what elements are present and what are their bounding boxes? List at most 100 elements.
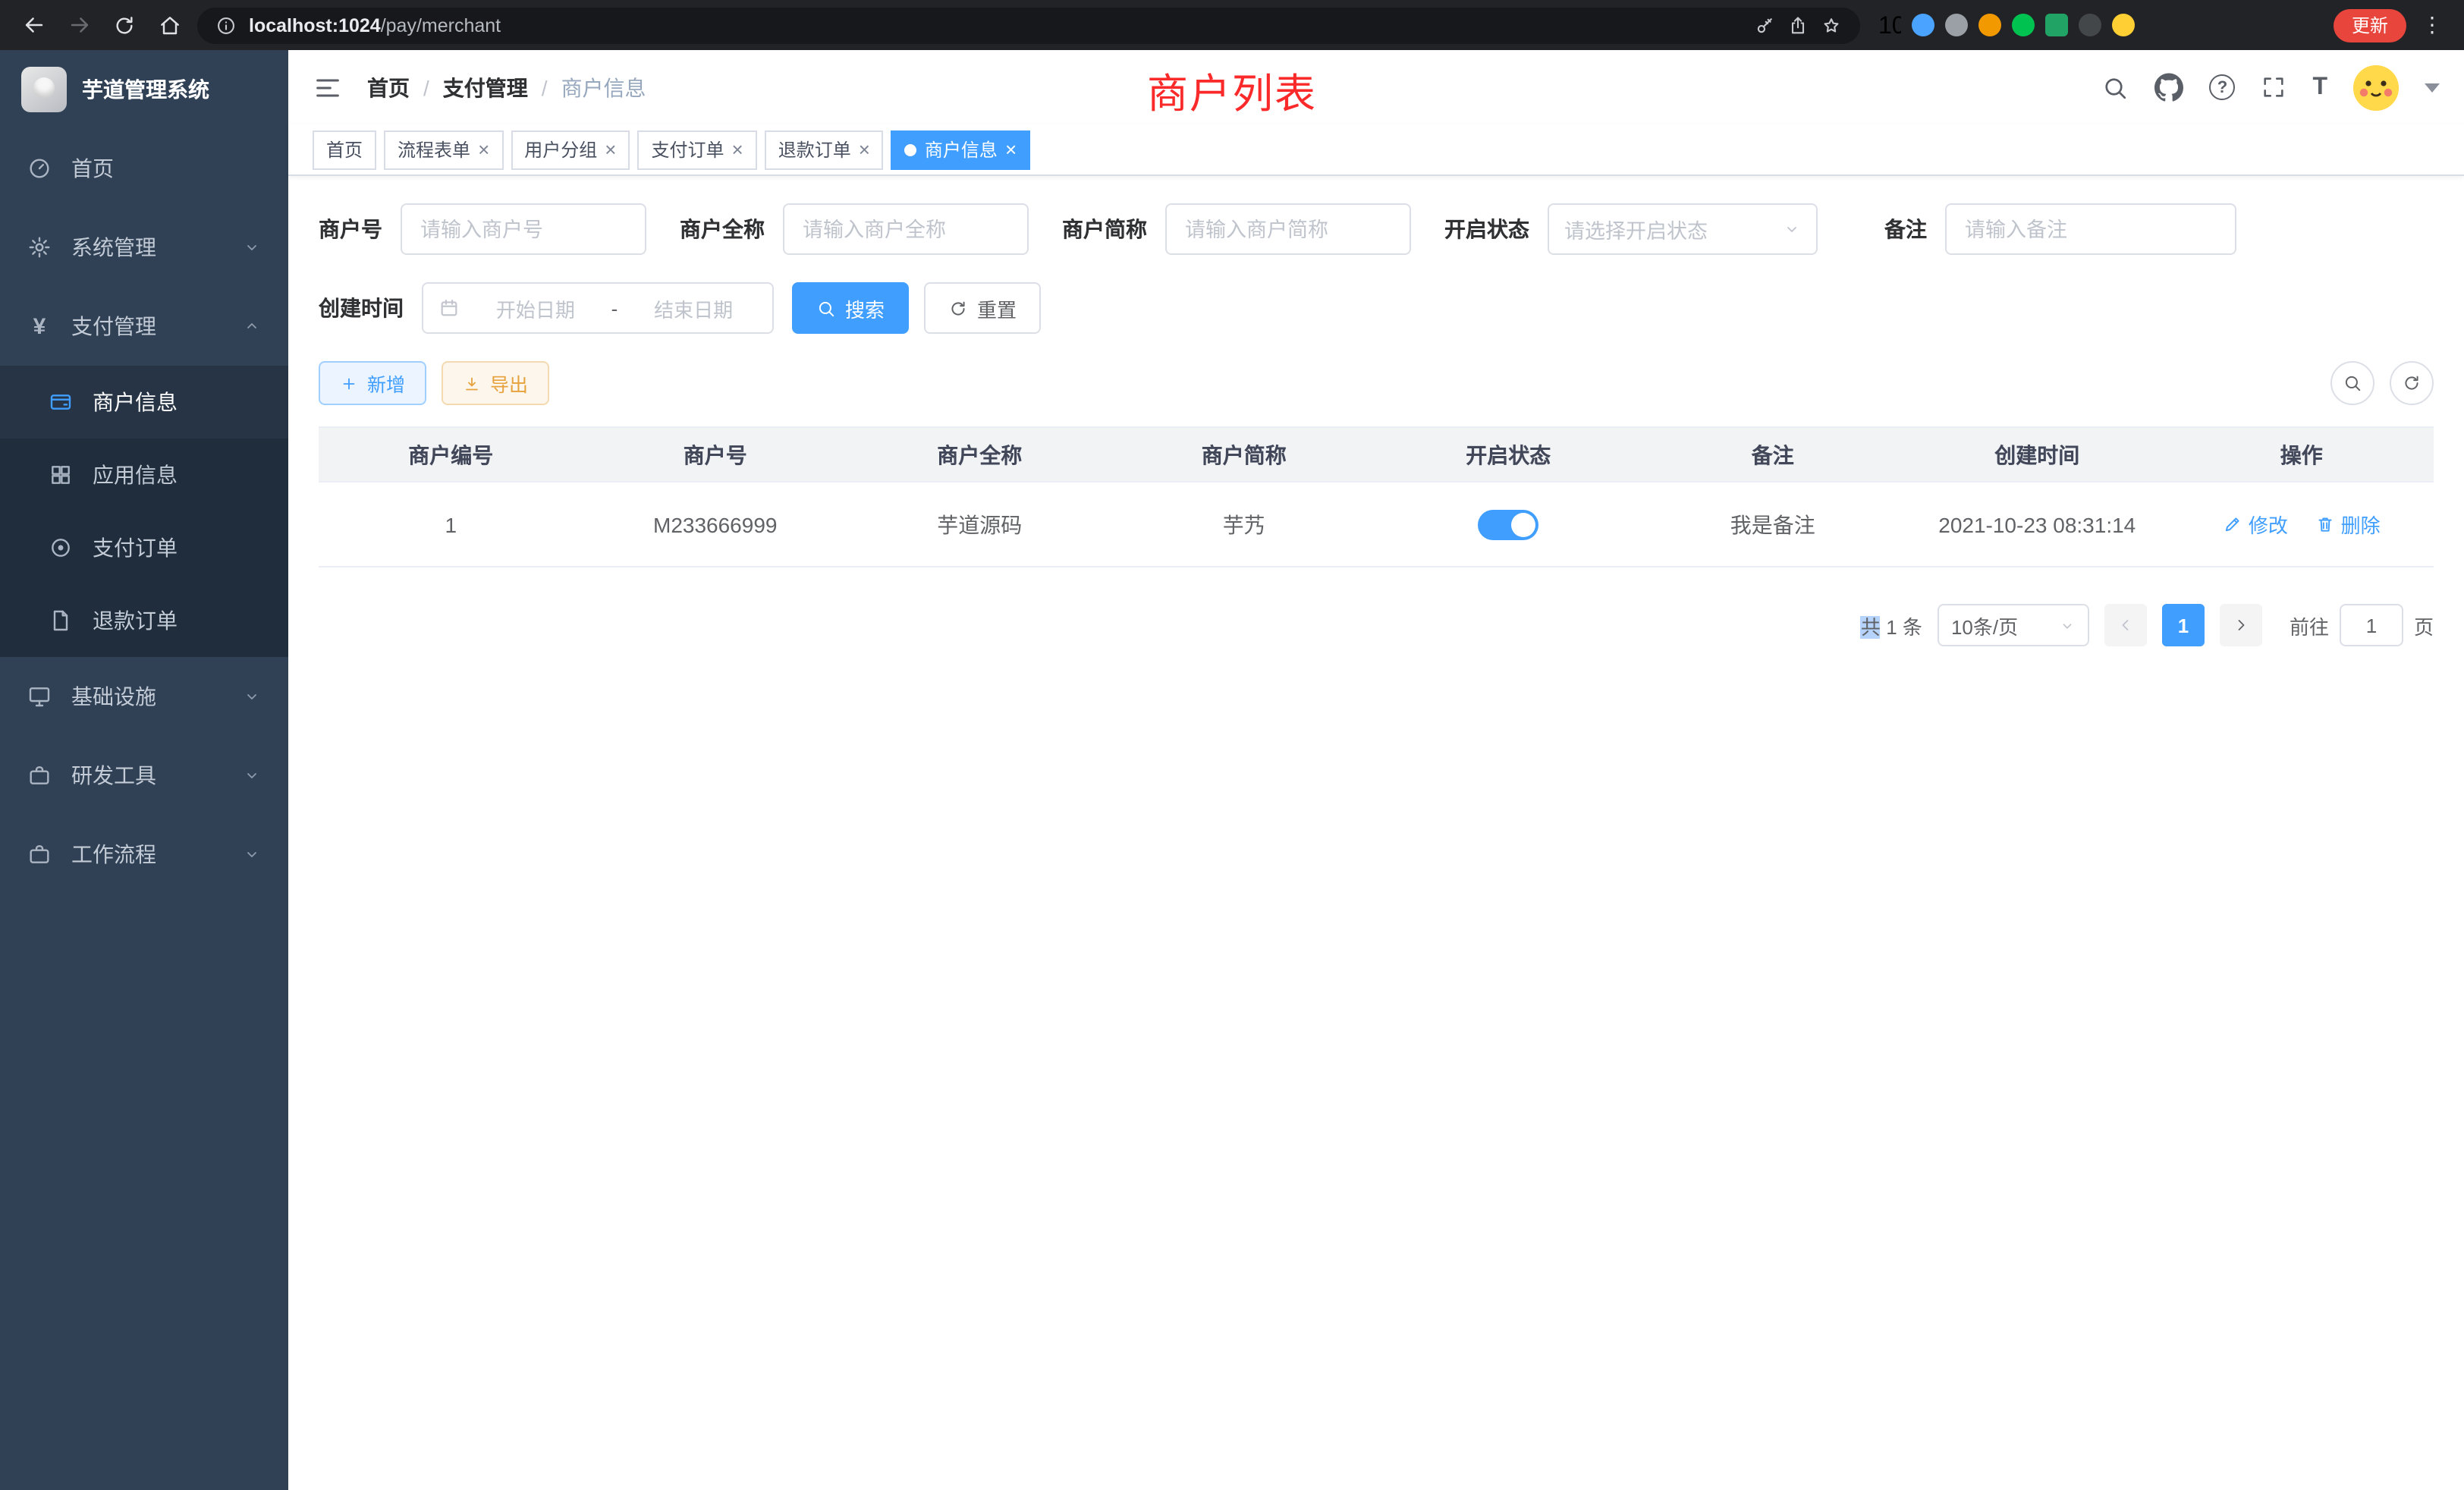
extension-icon-4[interactable] — [1978, 14, 2001, 36]
page-size-select[interactable]: 10条/页 — [1938, 604, 2089, 646]
cell-status — [1376, 482, 1641, 567]
tab-home[interactable]: 首页 — [313, 130, 376, 169]
extension-icon-1[interactable]: 10 — [1878, 14, 1901, 36]
sidebar-item-app-info[interactable]: 应用信息 — [0, 439, 288, 511]
menu-fold-icon[interactable] — [313, 72, 343, 102]
sidebar-item-label: 支付管理 — [71, 311, 223, 341]
user-avatar[interactable] — [2353, 64, 2399, 110]
tab-merchant-info[interactable]: 商户信息 × — [891, 130, 1030, 169]
prev-page-button[interactable] — [2104, 604, 2147, 646]
add-button-label: 新增 — [367, 369, 405, 398]
search-button[interactable]: 搜索 — [792, 282, 909, 334]
breadcrumb-payment[interactable]: 支付管理 — [443, 72, 528, 102]
browser-chrome: localhost:1024/pay/merchant 10 更新 ⋮ — [0, 0, 2464, 50]
browser-update-button[interactable]: 更新 — [2334, 8, 2406, 42]
search-icon[interactable] — [2101, 74, 2129, 101]
next-page-button[interactable] — [2220, 604, 2262, 646]
caret-down-icon[interactable] — [2425, 83, 2440, 92]
breadcrumb-separator: / — [423, 75, 429, 99]
browser-back-icon[interactable] — [15, 7, 52, 43]
merchant-fullname-input[interactable] — [783, 203, 1029, 255]
sidebar-item-system[interactable]: 系统管理 — [0, 208, 288, 287]
cell-shortname: 芋艿 — [1112, 482, 1377, 567]
column-header: 商户简称 — [1112, 427, 1377, 482]
sidebar-item-refund-order[interactable]: 退款订单 — [0, 584, 288, 657]
sidebar-item-pay-order[interactable]: 支付订单 — [0, 511, 288, 584]
delete-link-label: 删除 — [2341, 510, 2381, 539]
export-button-label: 导出 — [490, 369, 528, 398]
extension-icon-5[interactable] — [2012, 14, 2035, 36]
browser-menu-icon[interactable]: ⋮ — [2415, 12, 2449, 38]
tab-close-icon[interactable]: × — [605, 140, 616, 159]
extension-icon-6[interactable] — [2045, 14, 2068, 36]
cell-fullname: 芋道源码 — [847, 482, 1112, 567]
create-time-range-picker[interactable]: 开始日期 - 结束日期 — [422, 282, 774, 334]
tab-close-icon[interactable]: × — [478, 140, 489, 159]
browser-reload-icon[interactable] — [106, 7, 143, 43]
bookmark-star-icon[interactable] — [1821, 14, 1842, 36]
sidebar-item-payment[interactable]: ¥ 支付管理 — [0, 287, 288, 366]
github-icon[interactable] — [2154, 73, 2183, 102]
toggle-search-button[interactable] — [2330, 361, 2374, 405]
tab-close-icon[interactable]: × — [859, 140, 870, 159]
fullscreen-icon[interactable] — [2261, 74, 2286, 100]
annotation-merchant-list: 商户列表 — [1147, 61, 1317, 120]
tab-user-group[interactable]: 用户分组 × — [511, 130, 630, 169]
tab-process-form[interactable]: 流程表单 × — [384, 130, 503, 169]
delete-link[interactable]: 删除 — [2315, 510, 2381, 539]
font-size-icon[interactable]: T — [2312, 75, 2327, 99]
sidebar-item-home[interactable]: 首页 — [0, 129, 288, 208]
sidebar-item-infrastructure[interactable]: 基础设施 — [0, 657, 288, 736]
tab-label: 首页 — [326, 137, 363, 162]
pagination: 共 1 条 10条/页 1 前往 页 — [319, 604, 2434, 646]
app-logo — [21, 67, 67, 112]
share-icon[interactable] — [1787, 14, 1809, 36]
create-time-label: 创建时间 — [319, 293, 404, 323]
column-header: 商户编号 — [319, 427, 583, 482]
add-button[interactable]: 新增 — [319, 361, 426, 405]
cell-remark: 我是备注 — [1641, 482, 1906, 567]
merchant-fullname-label: 商户全称 — [680, 214, 765, 244]
app-logo-row[interactable]: 芋道管理系统 — [0, 50, 288, 129]
extension-icon-8[interactable] — [2112, 14, 2135, 36]
sidebar: 芋道管理系统 首页 系统管理 ¥ 支付管理 商户信息 — [0, 50, 288, 1490]
browser-home-icon[interactable] — [152, 7, 188, 43]
tab-pay-order[interactable]: 支付订单 × — [637, 130, 756, 169]
edit-link[interactable]: 修改 — [2223, 510, 2288, 539]
screen: localhost:1024/pay/merchant 10 更新 ⋮ 芋道管 — [0, 0, 2464, 1490]
chevron-down-icon — [1783, 220, 1801, 238]
merchant-no-input[interactable] — [401, 203, 646, 255]
sidebar-item-workflow[interactable]: 工作流程 — [0, 815, 288, 894]
remark-input[interactable] — [1945, 203, 2236, 255]
filter-row-1: 商户号 商户全称 商户简称 开启状态 请选择开启状态 备注 — [319, 203, 2434, 255]
sidebar-item-label: 退款订单 — [93, 605, 261, 636]
breadcrumb-home[interactable]: 首页 — [367, 72, 410, 102]
export-button[interactable]: 导出 — [442, 361, 549, 405]
extension-icon-3[interactable] — [1945, 14, 1968, 36]
sidebar-item-merchant-info[interactable]: 商户信息 — [0, 366, 288, 439]
browser-forward-icon[interactable] — [61, 7, 97, 43]
status-select[interactable]: 请选择开启状态 — [1548, 203, 1818, 255]
tab-refund-order[interactable]: 退款订单 × — [765, 130, 884, 169]
goto-page-input[interactable] — [2340, 604, 2403, 646]
table-row: 1 M233666999 芋道源码 芋艿 我是备注 2021-10-23 08:… — [319, 482, 2434, 567]
grid-icon — [49, 463, 73, 487]
tab-close-icon[interactable]: × — [1005, 140, 1017, 159]
tab-close-icon[interactable]: × — [732, 140, 743, 159]
merchant-shortname-input[interactable] — [1165, 203, 1411, 255]
refresh-table-button[interactable] — [2390, 361, 2434, 405]
extension-icon-2[interactable] — [1912, 14, 1934, 36]
status-toggle[interactable] — [1478, 509, 1538, 539]
sidebar-item-label: 首页 — [71, 153, 261, 184]
password-key-icon[interactable] — [1754, 14, 1775, 36]
extension-badge: 10 — [1878, 14, 1901, 36]
monitor-icon — [27, 684, 52, 709]
reset-button[interactable]: 重置 — [924, 282, 1041, 334]
page-number-button[interactable]: 1 — [2162, 604, 2205, 646]
extension-icon-7[interactable] — [2079, 14, 2101, 36]
help-icon[interactable]: ? — [2209, 74, 2235, 100]
merchant-shortname-label: 商户简称 — [1062, 214, 1147, 244]
address-bar[interactable]: localhost:1024/pay/merchant — [197, 7, 1860, 43]
sidebar-item-devtools[interactable]: 研发工具 — [0, 736, 288, 815]
site-info-icon[interactable] — [215, 14, 237, 36]
